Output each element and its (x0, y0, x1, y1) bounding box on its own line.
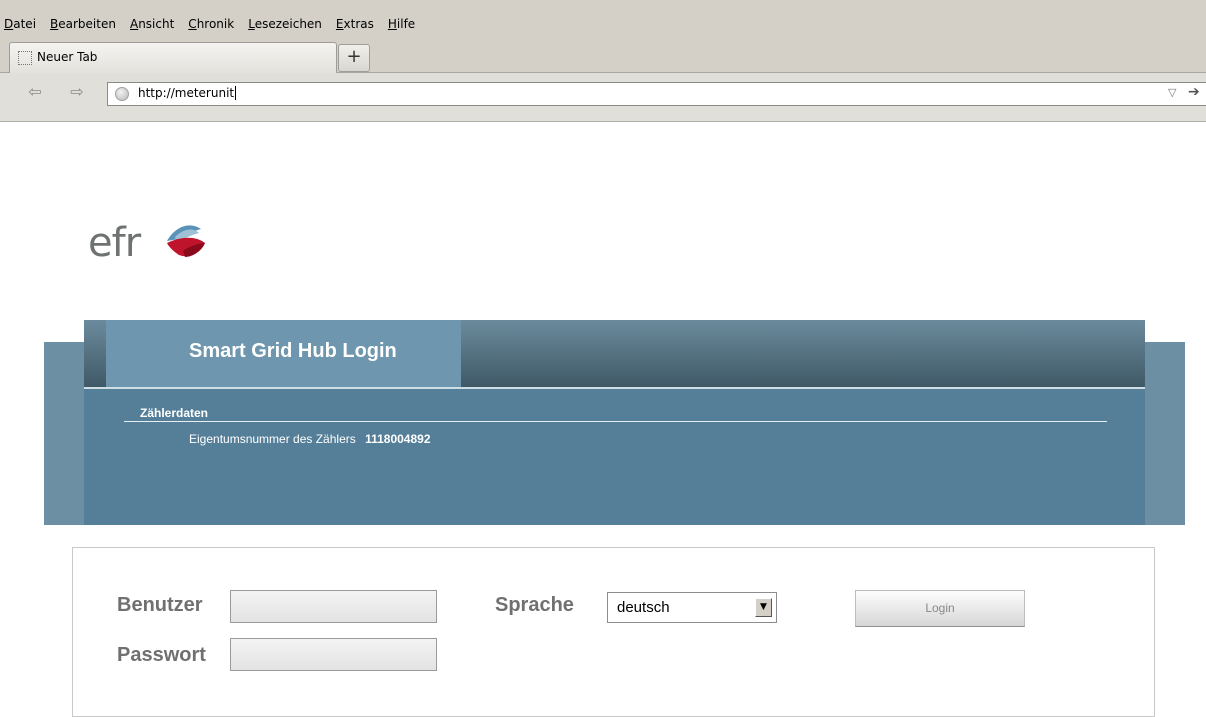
language-select[interactable]: deutsch ▼ (607, 592, 777, 623)
login-button[interactable]: Login (855, 590, 1025, 627)
language-label: Sprache (495, 594, 574, 616)
password-field[interactable] (230, 638, 437, 671)
section-heading: Zählerdaten (140, 406, 209, 420)
password-label: Passwort (117, 644, 206, 666)
menu-item-datei[interactable]: Datei (4, 16, 36, 32)
menu-item-chronik[interactable]: Chronik (188, 16, 234, 32)
meter-number-label: Eigentumsnummer des Zählers (189, 432, 356, 446)
dropdown-arrow-icon[interactable]: ▼ (755, 598, 772, 617)
browser-tab[interactable]: Neuer Tab (9, 42, 337, 73)
url-dropdown-icon[interactable]: ▽ (1168, 86, 1176, 99)
address-text[interactable]: http://meterunit (138, 86, 237, 100)
page-title: Smart Grid Hub Login (189, 340, 397, 362)
username-label: Benutzer (117, 594, 203, 616)
login-form: Benutzer Passwort Sprache deutsch ▼ Logi… (72, 547, 1155, 717)
menu-bar: Datei Bearbeiten Ansicht Chronik Lesezei… (0, 0, 1206, 36)
logo-mark-icon (167, 225, 205, 257)
section-divider (124, 421, 1107, 422)
navigation-bar: ⇦ ⇨ http://meterunit (0, 73, 1206, 122)
menu-item-ansicht[interactable]: Ansicht (130, 16, 174, 32)
banner-divider (84, 387, 1145, 389)
language-select-value: deutsch (617, 599, 670, 616)
menu-item-extras[interactable]: Extras (336, 16, 374, 32)
menu-item-lesezeichen[interactable]: Lesezeichen (248, 16, 322, 32)
efr-logo: efr (88, 218, 228, 268)
banner-title-tab: Smart Grid Hub Login (106, 320, 461, 388)
tab-label: Neuer Tab (37, 50, 98, 64)
go-arrow-icon[interactable]: ➔ (1188, 84, 1200, 100)
tab-strip: Neuer Tab + (0, 36, 1206, 73)
new-tab-button[interactable]: + (338, 44, 370, 72)
meter-number-row: Eigentumsnummer des Zählers 1118004892 (189, 432, 431, 446)
address-bar[interactable]: http://meterunit (107, 82, 1206, 106)
blank-page-icon (18, 51, 32, 65)
logo-wordmark: efr (88, 220, 141, 266)
username-field[interactable] (230, 590, 437, 623)
globe-icon (115, 87, 129, 101)
menu-item-bearbeiten[interactable]: Bearbeiten (50, 16, 116, 32)
banner: Smart Grid Hub Login Zählerdaten Eigentu… (84, 320, 1145, 525)
back-arrow-icon[interactable]: ⇦ (22, 81, 48, 103)
forward-arrow-icon[interactable]: ⇨ (64, 81, 90, 103)
menu-item-hilfe[interactable]: Hilfe (388, 16, 415, 32)
meter-number-value: 1118004892 (365, 432, 431, 446)
